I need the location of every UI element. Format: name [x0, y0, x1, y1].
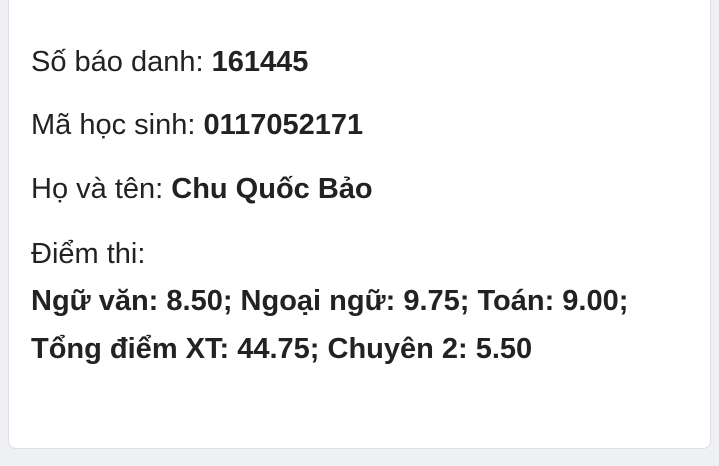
full-name-value: Chu Quốc Bảo [171, 173, 373, 205]
candidate-number-value: 161445 [211, 46, 309, 78]
full-name-label: Họ và tên: [31, 173, 172, 205]
student-code-value: 0117052171 [203, 109, 364, 141]
scores-line-2: Tổng điểm XT: 44.75; Chuyên 2: 5.50 [31, 333, 533, 365]
full-name-row: Họ và tên: Chu Quốc Bảo [31, 171, 373, 207]
candidate-number-label: Số báo danh: [31, 46, 212, 78]
student-code-label: Mã học sinh: [31, 109, 204, 141]
result-card: Số báo danh: 161445 Mã học sinh: 0117052… [8, 0, 711, 449]
candidate-number-row: Số báo danh: 161445 [31, 44, 308, 80]
student-code-row: Mã học sinh: 0117052171 [31, 107, 363, 143]
scores-label: Điểm thi: [31, 238, 146, 270]
scores-line-1: Ngữ văn: 8.50; Ngoại ngữ: 9.75; Toán: 9.… [31, 285, 629, 317]
